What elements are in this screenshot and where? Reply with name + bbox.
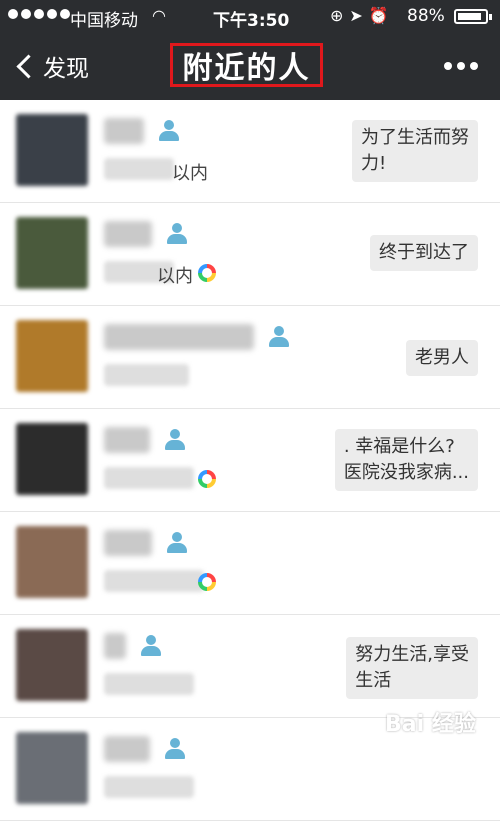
- signature-bubble: 为了生活而努 力!: [352, 120, 478, 182]
- user-name-blurred: [104, 118, 144, 144]
- status-time: 下午3:50: [213, 11, 290, 31]
- avatar: [16, 732, 88, 804]
- avatar: [16, 526, 88, 598]
- wifi-icon: ◠: [152, 6, 166, 25]
- battery-icon: [454, 9, 492, 24]
- moments-icon: [198, 573, 216, 591]
- list-item[interactable]: 以内 为了生活而努 力!: [0, 100, 500, 203]
- male-icon: [166, 532, 188, 554]
- chevron-left-icon: [16, 53, 41, 79]
- user-name-blurred: [104, 427, 150, 453]
- list-item[interactable]: [0, 512, 500, 615]
- male-icon: [166, 223, 188, 245]
- signal-strength-icon: [8, 9, 70, 19]
- distance-blurred: [104, 158, 174, 180]
- list-item[interactable]: 努力生活,享受 生活: [0, 615, 500, 718]
- signature-bubble: . 幸福是什么? 医院没我家病...: [334, 429, 478, 491]
- male-icon: [164, 738, 186, 760]
- page-title: 附近的人: [182, 51, 311, 86]
- signature-bubble: 老男人: [406, 340, 478, 376]
- location-icon: ➤: [349, 6, 369, 25]
- alarm-icon: ⏰: [368, 6, 395, 25]
- signature-bubble: 终于到达了: [370, 235, 478, 271]
- user-name-blurred: [104, 633, 126, 659]
- back-button[interactable]: 发现: [12, 48, 89, 84]
- avatar: [16, 629, 88, 701]
- more-dot-icon: [444, 62, 452, 70]
- list-item[interactable]: . 幸福是什么? 医院没我家病...: [0, 409, 500, 512]
- distance-suffix: 以内: [172, 163, 208, 184]
- rotation-lock-icon: ⊕: [330, 6, 350, 25]
- distance-blurred: [104, 467, 194, 489]
- more-dot-icon: [457, 62, 465, 70]
- distance-blurred: [104, 364, 189, 386]
- distance-blurred: [104, 776, 194, 798]
- distance-blurred: [104, 673, 194, 695]
- status-icons: ⊕➤⏰: [330, 6, 395, 25]
- title-highlight-box: 附近的人: [170, 43, 323, 87]
- watermark: Bai 经验: [385, 712, 476, 737]
- list-item[interactable]: 以内 终于到达了: [0, 203, 500, 306]
- back-label: 发现: [43, 56, 89, 82]
- moments-icon: [198, 470, 216, 488]
- status-bar: 中国移动 ◠ 下午3:50 ⊕➤⏰ 88%: [0, 0, 500, 34]
- list-item[interactable]: 老男人: [0, 306, 500, 409]
- avatar: [16, 320, 88, 392]
- user-name-blurred: [104, 530, 152, 556]
- avatar: [16, 423, 88, 495]
- battery-percent: 88%: [407, 6, 445, 26]
- signature-bubble: 努力生活,享受 生活: [346, 637, 478, 699]
- male-icon: [268, 326, 290, 348]
- distance-suffix: 以内: [157, 266, 193, 287]
- male-icon: [158, 120, 180, 142]
- carrier-label: 中国移动: [70, 11, 138, 31]
- more-options-button[interactable]: [444, 62, 478, 70]
- moments-icon: [198, 264, 216, 282]
- user-name-blurred: [104, 736, 150, 762]
- navigation-bar: 发现 附近的人: [0, 34, 500, 100]
- user-name-blurred: [104, 324, 254, 350]
- avatar: [16, 114, 88, 186]
- avatar: [16, 217, 88, 289]
- user-name-blurred: [104, 221, 152, 247]
- male-icon: [164, 429, 186, 451]
- male-icon: [140, 635, 162, 657]
- more-dot-icon: [470, 62, 478, 70]
- distance-blurred: [104, 570, 204, 592]
